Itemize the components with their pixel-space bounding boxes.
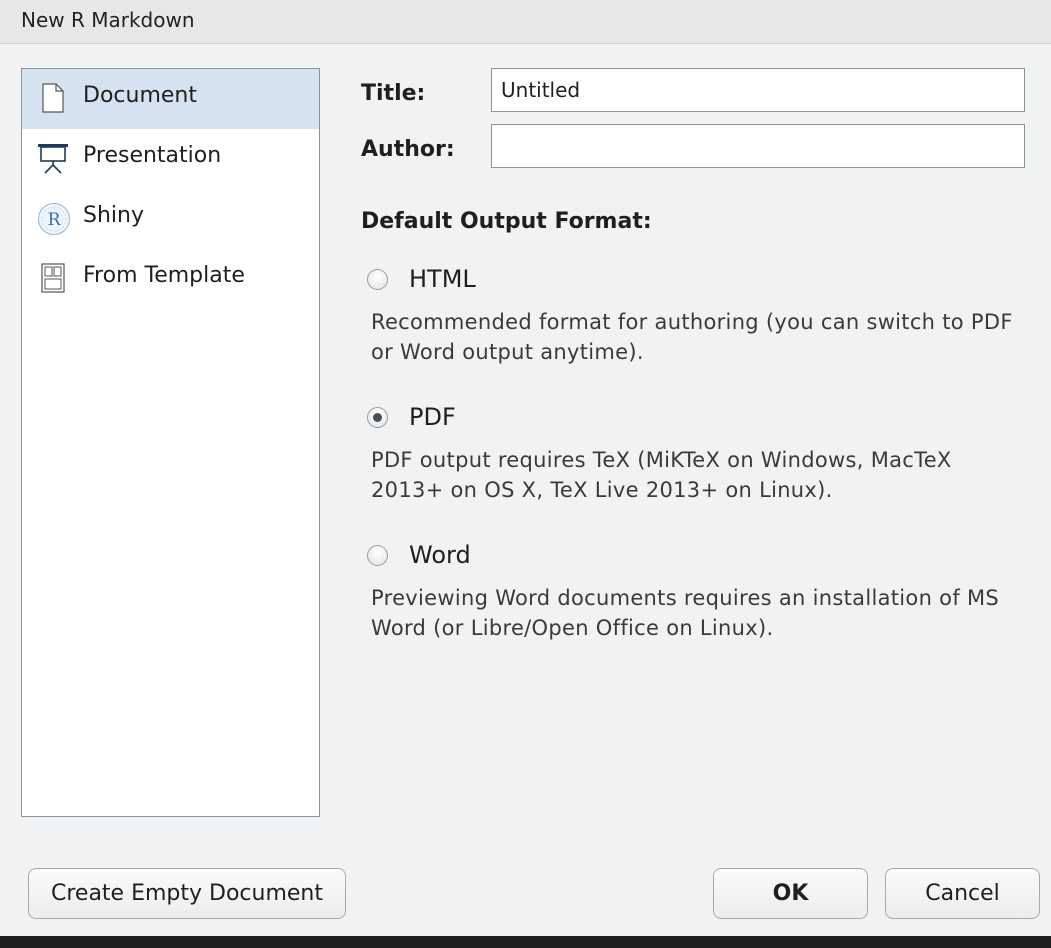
new-r-markdown-dialog: New R Markdown Document Presentation R S… <box>0 0 1051 936</box>
html-option-label[interactable]: HTML <box>409 265 476 293</box>
template-type-list: Document Presentation R Shiny From Templ… <box>21 68 320 817</box>
sidebar-item-label: Document <box>83 83 197 108</box>
window-title: New R Markdown <box>21 8 195 32</box>
word-option-description: Previewing Word documents requires an in… <box>371 586 1000 640</box>
sidebar-item-shiny[interactable]: R Shiny <box>22 189 319 249</box>
author-input[interactable] <box>491 124 1025 168</box>
svg-text:R: R <box>48 210 62 230</box>
sidebar-item-label: Shiny <box>83 203 144 228</box>
document-icon <box>37 82 69 114</box>
pdf-option-description: PDF output requires TeX (MiKTeX on Windo… <box>371 448 952 502</box>
sidebar-item-presentation[interactable]: Presentation <box>22 129 319 189</box>
cancel-button[interactable]: Cancel <box>885 868 1040 919</box>
title-label: Title: <box>361 81 426 106</box>
pdf-option-label[interactable]: PDF <box>409 403 456 431</box>
html-radio[interactable] <box>367 269 388 290</box>
create-empty-document-button[interactable]: Create Empty Document <box>28 868 346 919</box>
pdf-radio[interactable] <box>367 407 388 428</box>
sidebar-item-label: From Template <box>83 263 245 288</box>
title-bar[interactable]: New R Markdown <box>0 0 1051 44</box>
output-format-heading: Default Output Format: <box>361 209 652 234</box>
sidebar-item-label: Presentation <box>83 143 222 168</box>
author-label: Author: <box>361 137 455 162</box>
presentation-icon <box>37 142 69 174</box>
shiny-r-icon: R <box>37 202 70 235</box>
sidebar-item-document[interactable]: Document <box>22 69 319 129</box>
word-option-label[interactable]: Word <box>409 541 471 569</box>
title-input[interactable] <box>491 68 1025 112</box>
html-option-description: Recommended format for authoring (you ca… <box>371 310 1013 364</box>
template-icon <box>37 262 69 294</box>
ok-button[interactable]: OK <box>713 868 868 919</box>
word-radio[interactable] <box>367 545 388 566</box>
window-bottom-edge <box>0 936 1051 948</box>
sidebar-item-from-template[interactable]: From Template <box>22 249 319 309</box>
